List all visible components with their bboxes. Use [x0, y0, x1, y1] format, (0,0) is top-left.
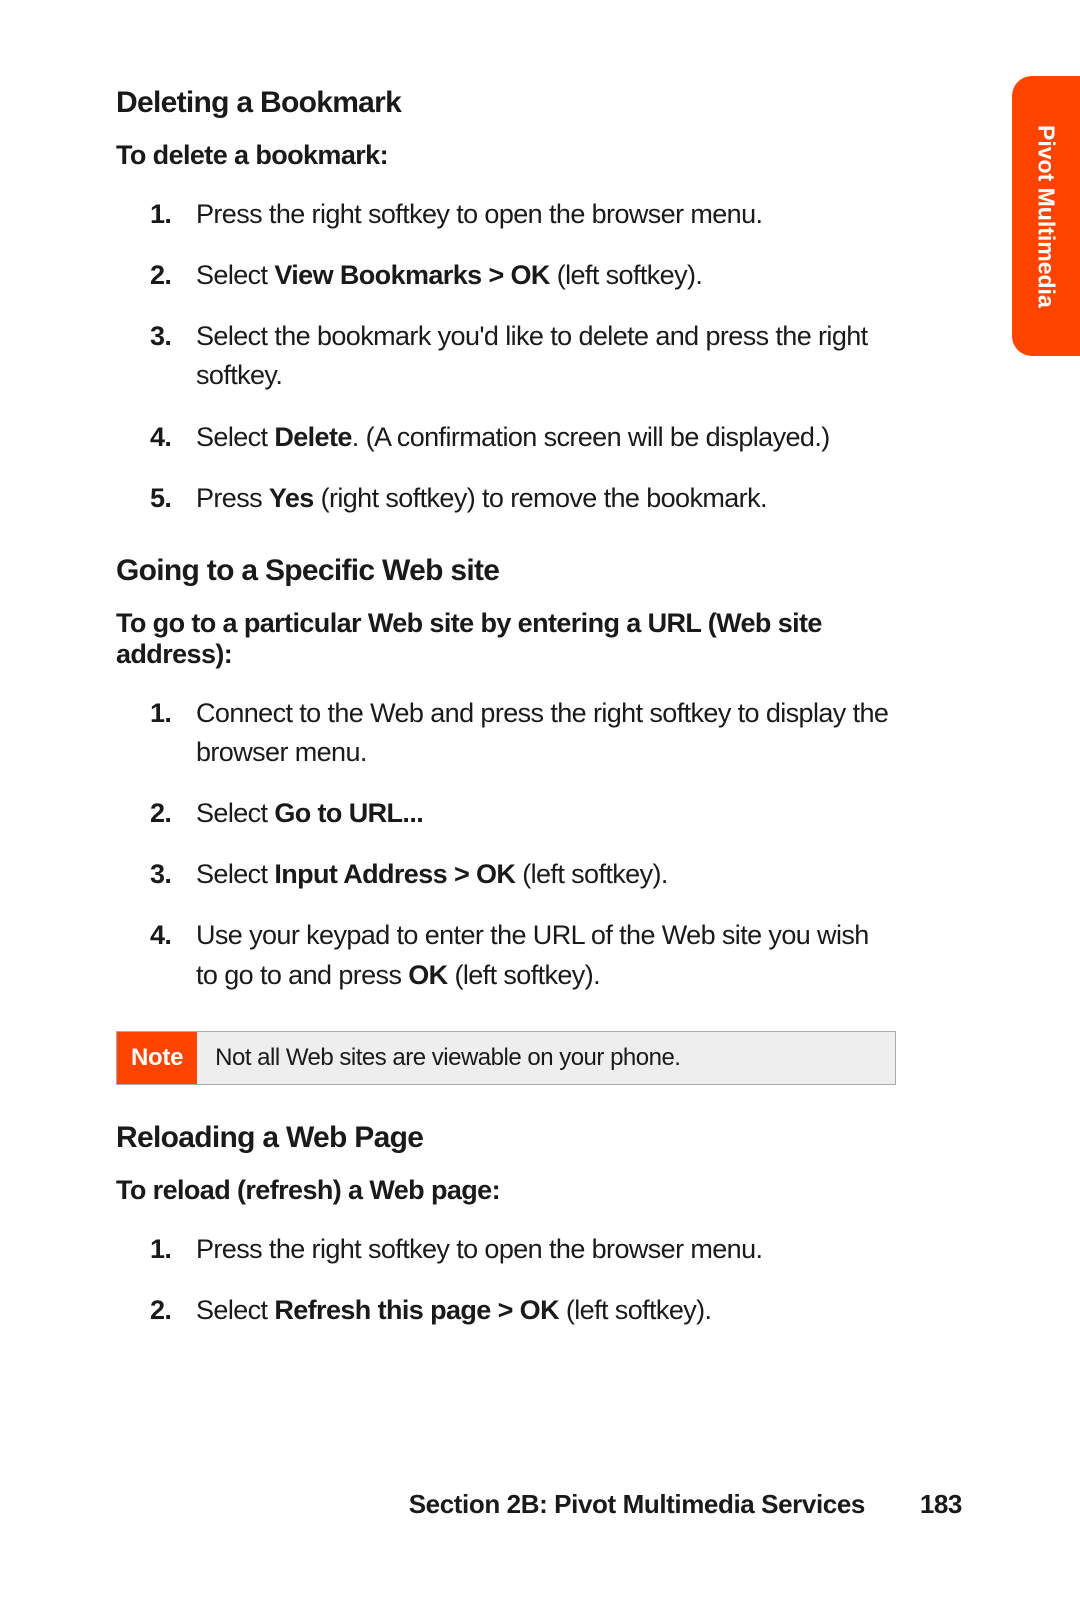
section-subheading: To delete a bookmark: [116, 140, 896, 171]
note-text: Not all Web sites are viewable on your p… [197, 1032, 895, 1084]
list-item: 4.Select Delete. (A confirmation screen … [116, 418, 896, 457]
step-number: 3. [150, 855, 171, 894]
step-number: 5. [150, 479, 171, 518]
note-box: NoteNot all Web sites are viewable on yo… [116, 1031, 896, 1085]
bold-text: Input Address > OK [274, 859, 515, 889]
step-number: 3. [150, 317, 171, 356]
steps-list: 1.Connect to the Web and press the right… [116, 694, 896, 995]
steps-list: 1.Press the right softkey to open the br… [116, 1230, 896, 1330]
list-item: 2.Select Refresh this page > OK (left so… [116, 1291, 896, 1330]
list-item: 3.Select Input Address > OK (left softke… [116, 855, 896, 894]
section-heading: Reloading a Web Page [116, 1121, 896, 1155]
bold-text: OK [408, 960, 447, 990]
list-item: 1.Press the right softkey to open the br… [116, 195, 896, 234]
step-number: 4. [150, 418, 171, 457]
section-subheading: To go to a particular Web site by enteri… [116, 608, 896, 670]
list-item: 1.Connect to the Web and press the right… [116, 694, 896, 772]
step-number: 2. [150, 794, 171, 833]
section-heading: Going to a Specific Web site [116, 554, 896, 588]
section-heading: Deleting a Bookmark [116, 86, 896, 120]
side-tab: Pivot Multimedia [1012, 76, 1080, 356]
section-subheading: To reload (refresh) a Web page: [116, 1175, 896, 1206]
footer-page-number: 183 [920, 1489, 962, 1519]
bold-text: View Bookmarks > OK [274, 260, 549, 290]
list-item: 2.Select View Bookmarks > OK (left softk… [116, 256, 896, 295]
bold-text: Refresh this page > OK [274, 1295, 559, 1325]
side-tab-label: Pivot Multimedia [1033, 125, 1060, 308]
step-number: 1. [150, 1230, 171, 1269]
list-item: 5.Press Yes (right softkey) to remove th… [116, 479, 896, 518]
list-item: 2.Select Go to URL... [116, 794, 896, 833]
step-number: 1. [150, 195, 171, 234]
step-number: 2. [150, 1291, 171, 1330]
bold-text: Yes [269, 483, 314, 513]
steps-list: 1.Press the right softkey to open the br… [116, 195, 896, 518]
footer-section-label: Section 2B: Pivot Multimedia Services [409, 1489, 865, 1519]
step-number: 1. [150, 694, 171, 733]
bold-text: Go to URL... [274, 798, 423, 828]
note-label: Note [117, 1032, 197, 1084]
list-item: 3.Select the bookmark you'd like to dele… [116, 317, 896, 395]
step-number: 2. [150, 256, 171, 295]
step-number: 4. [150, 916, 171, 955]
list-item: 1.Press the right softkey to open the br… [116, 1230, 896, 1269]
page-footer: Section 2B: Pivot Multimedia Services 18… [0, 1489, 1080, 1520]
list-item: 4.Use your keypad to enter the URL of th… [116, 916, 896, 994]
bold-text: Delete [274, 422, 351, 452]
page-content: Deleting a Bookmark To delete a bookmark:… [116, 86, 896, 1366]
